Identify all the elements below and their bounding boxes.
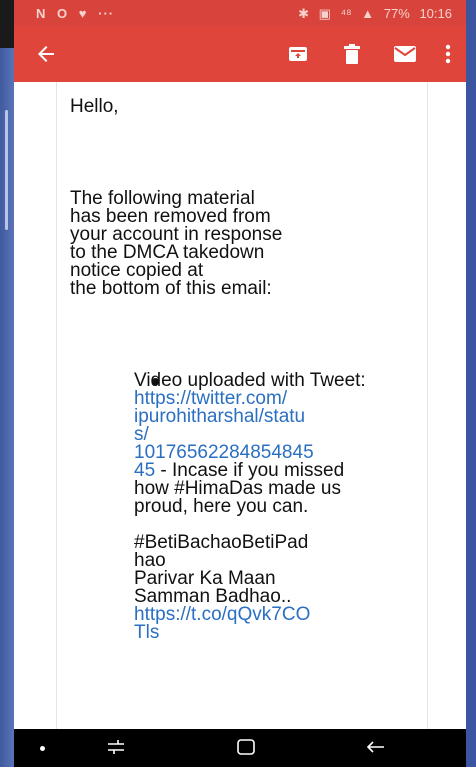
right-screen-edge [466, 0, 476, 767]
notification-icon-o: O [57, 6, 69, 21]
notification-more-icon: ··· [98, 6, 115, 21]
status-right-icons: ✱ ▣ ⁴⁸ ▲ 77% 10:16 [292, 6, 452, 22]
left-edge-dark [0, 0, 14, 48]
bluetooth-icon: ✱ [298, 6, 310, 21]
status-left-icons: N O ♥ ··· [36, 6, 120, 21]
navigation-bar [14, 729, 466, 767]
back-arrow-icon[interactable] [32, 40, 60, 68]
left-edge-scroll-mark [5, 110, 8, 230]
item-description: - Incase if you missed how #HimaDas made… [134, 460, 345, 517]
notification-icon-heart: ♥ [78, 6, 88, 21]
app-bar [14, 26, 466, 82]
short-link-line: https://t.co/qQvk7CO [134, 604, 311, 625]
mail-icon[interactable] [391, 40, 419, 68]
short-link[interactable]: https://t.co/qQvk7CO Tls [134, 604, 310, 643]
hashtag-line: #BetiBachaoBetiPad [134, 532, 309, 553]
removed-item: Video uploaded with Tweet: https://twitt… [134, 371, 384, 643]
archive-icon[interactable] [284, 40, 312, 68]
recent-apps-icon[interactable] [106, 738, 128, 761]
email-greeting: Hello, [70, 96, 119, 117]
short-link-line: Tls [134, 622, 160, 643]
status-time: 10:16 [419, 6, 452, 21]
more-vert-icon[interactable] [438, 40, 458, 68]
email-paragraph: The following material has been removed … [70, 188, 283, 299]
phone-screen: N O ♥ ··· ✱ ▣ ⁴⁸ ▲ 77% 10:16 Hello, The … [14, 0, 466, 767]
home-icon[interactable] [236, 738, 256, 761]
vibrate-icon: ▣ [318, 6, 331, 21]
notification-icon-n: N [36, 6, 47, 21]
network-icon: ⁴⁸ [340, 6, 352, 21]
delete-icon[interactable] [338, 40, 366, 68]
dot-icon [40, 746, 45, 751]
left-screen-edge [0, 0, 14, 767]
email-content: Hello, The following material has been r… [14, 82, 466, 729]
tweet-link-line: ipurohitharshal/statu [134, 406, 306, 427]
back-icon[interactable] [364, 738, 386, 761]
status-bar: N O ♥ ··· ✱ ▣ ⁴⁸ ▲ 77% 10:16 [14, 0, 466, 26]
signal-icon: ▲ [361, 6, 375, 21]
battery-percent: 77% [383, 6, 410, 21]
